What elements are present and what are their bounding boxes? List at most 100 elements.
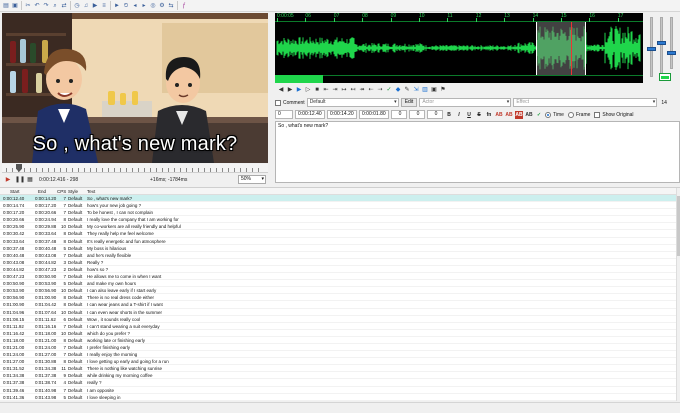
audio-selection[interactable] — [536, 22, 586, 75]
table-row[interactable]: 0:00:50.90 0:00:53.90 5 Default and make my … — [0, 280, 676, 288]
play-to-end-icon[interactable]: ↠ — [358, 86, 366, 94]
volume-thumb[interactable] — [667, 51, 676, 55]
video-icon[interactable]: ▶ — [91, 2, 99, 10]
table-row[interactable]: 0:00:53.90 0:00:56.90 10 Default I can also … — [0, 287, 676, 295]
table-row[interactable]: 0:01:11.92 0:01:16.16 7 Default I can't stan… — [0, 323, 676, 330]
outline-color-button[interactable]: AB — [515, 110, 523, 119]
effect-select[interactable]: Effect — [513, 98, 658, 107]
redo-icon[interactable]: ↷ — [42, 2, 50, 10]
table-row[interactable]: 0:00:14.74 0:00:17.20 7 Default how's your n… — [0, 202, 676, 210]
shift-icon[interactable]: ⇆ — [167, 2, 175, 10]
folder-icon[interactable]: ▤ — [2, 2, 10, 10]
find-icon[interactable]: ⌕ — [51, 2, 59, 10]
fx-icon[interactable]: ƒ — [180, 2, 188, 10]
table-row[interactable]: 0:00:33.64 0:00:37.48 8 Default It's really … — [0, 238, 676, 245]
actor-select[interactable]: Actor — [419, 98, 512, 107]
prev-line-icon[interactable]: ◀ — [277, 86, 285, 94]
audio-scrollbar-thumb[interactable] — [275, 75, 323, 83]
snap-icon[interactable]: ◎ — [149, 2, 157, 10]
show-original-checkbox[interactable] — [594, 111, 601, 118]
volume-slider[interactable] — [670, 17, 673, 69]
table-row[interactable]: 0:01:41.36 0:01:43.98 5 Default I love sleep… — [0, 394, 676, 401]
lead-in-icon[interactable]: ◂ — [131, 2, 139, 10]
video-zoom-select[interactable]: 50% — [238, 175, 266, 184]
table-row[interactable]: 0:01:00.90 0:01:04.42 8 Default I can wear j… — [0, 301, 676, 309]
table-row[interactable]: 0:00:43.08 0:00:44.82 3 Default Really ? — [0, 259, 676, 266]
clock-icon[interactable]: ◷ — [73, 2, 81, 10]
italic-button[interactable]: I — [455, 111, 463, 119]
cog-icon[interactable]: ⚙ — [158, 2, 166, 10]
autoscroll-audio-icon[interactable]: ⇲ — [412, 86, 420, 94]
table-row[interactable]: 0:01:24.00 0:01:27.00 7 Default I really enj… — [0, 351, 676, 359]
video-preview[interactable]: So , what's new mark? — [2, 13, 268, 163]
shadow-color-button[interactable]: AB — [525, 111, 533, 119]
start-time-field[interactable]: 0:00:12.40 — [295, 110, 325, 119]
table-row[interactable]: 0:01:37.38 0:01:38.74 4 Default really ? — [0, 379, 676, 387]
table-row[interactable]: 0:01:21.00 0:01:24.00 7 Default I prefer fin… — [0, 344, 676, 352]
pause-audio-icon[interactable]: ■ — [313, 86, 321, 94]
frame-radio[interactable] — [567, 111, 574, 118]
lead-in-icon[interactable]: ⇠ — [367, 86, 375, 94]
vertical-zoom-slider[interactable] — [660, 17, 663, 77]
lead-out-icon[interactable]: ⇢ — [376, 86, 384, 94]
autoscroll-icon[interactable]: ▦ — [26, 176, 34, 184]
spectrum-toggle[interactable] — [659, 73, 671, 81]
play-icon[interactable]: ► — [113, 2, 121, 10]
comment-checkbox[interactable] — [275, 99, 281, 106]
play-selection-icon[interactable]: ▶ — [295, 86, 303, 94]
table-row[interactable]: 0:01:16.42 0:01:18.00 10 Default which do yo… — [0, 330, 676, 337]
play-before-icon[interactable]: ⇤ — [322, 86, 330, 94]
bold-button[interactable]: B — [445, 111, 453, 119]
pause-icon[interactable]: ❚❚ — [15, 176, 25, 184]
commit-icon[interactable]: ✓ — [385, 86, 393, 94]
replace-icon[interactable]: ⇄ — [60, 2, 68, 10]
table-row[interactable]: 0:01:08.15 0:01:11.62 6 Default Wow , it sou… — [0, 316, 676, 323]
underline-button[interactable]: U — [465, 111, 473, 119]
table-row[interactable]: 0:00:56.90 0:01:00.90 8 Default There is no … — [0, 294, 676, 302]
play-after-icon[interactable]: ⇥ — [331, 86, 339, 94]
table-row[interactable]: 0:00:37.48 0:00:40.48 5 Default My boss is h… — [0, 245, 676, 252]
table-row[interactable]: 0:00:30.42 0:00:33.64 8 Default They really … — [0, 230, 676, 238]
subtitle-text-editor[interactable]: So , what's new mark? — [275, 121, 680, 183]
column-header-style[interactable]: Style — [68, 188, 78, 195]
table-row[interactable]: 0:00:20.66 0:00:24.94 8 Default I really lov… — [0, 216, 676, 224]
goto-icon[interactable]: ◆ — [394, 86, 402, 94]
column-header-cps[interactable]: CPS — [57, 188, 66, 195]
karaoke-icon[interactable]: ▣ — [430, 86, 438, 94]
autocommit-icon[interactable]: ✎ — [403, 86, 411, 94]
table-row[interactable]: 0:01:31.52 0:01:34.38 11 Default There is no… — [0, 365, 676, 373]
edit-style-button[interactable]: Edit — [400, 98, 418, 107]
spectrum-icon[interactable]: ▥ — [421, 86, 429, 94]
table-row[interactable]: 0:01:18.00 0:01:21.00 8 Default working late… — [0, 337, 676, 344]
table-row[interactable]: 0:00:17.20 0:00:20.66 7 Default To be honest… — [0, 209, 676, 217]
play-end-icon[interactable]: ↤ — [349, 86, 357, 94]
margin-right-field[interactable]: 0 — [409, 110, 425, 119]
subtitle-icon[interactable]: ≡ — [100, 2, 108, 10]
end-time-field[interactable]: 0:00:14.20 — [327, 110, 357, 119]
play-line-icon[interactable]: ▷ — [304, 86, 312, 94]
next-line-icon[interactable]: ▶ — [286, 86, 294, 94]
audio-scrollbar[interactable] — [275, 75, 643, 83]
audio-icon[interactable]: ♫ — [82, 2, 90, 10]
table-row[interactable]: 0:01:04.96 0:01:07.64 10 Default I can even … — [0, 309, 676, 316]
video-seek-bar[interactable] — [2, 164, 268, 173]
secondary-color-button[interactable]: AB — [505, 111, 513, 119]
audio-waveform[interactable]: 0:00:05 06 07 08 09 10 11 12 13 14 15 16 17 — [275, 13, 643, 83]
column-header-text[interactable]: Text — [87, 188, 95, 195]
snap-audio-icon[interactable]: ⚑ — [439, 86, 447, 94]
time-radio[interactable] — [545, 111, 551, 118]
lead-out-icon[interactable]: ▸ — [140, 2, 148, 10]
table-row[interactable]: 0:00:12.40 0:00:14.20 7 Default So , what's … — [0, 195, 676, 203]
grid-vertical-scrollbar[interactable] — [676, 188, 680, 401]
cut-icon[interactable]: ✂ — [24, 2, 32, 10]
column-header-start[interactable]: Start — [10, 188, 40, 195]
subtitles-grid[interactable]: Start End CPS Style Text 0:00:12.40 0:00:… — [0, 187, 680, 401]
table-row[interactable]: 0:01:34.38 0:01:37.38 9 Default while drinki… — [0, 372, 676, 380]
play-icon[interactable]: ▶ — [4, 176, 12, 184]
horizontal-zoom-thumb[interactable] — [647, 47, 656, 51]
table-row[interactable]: 0:00:44.82 0:00:47.23 2 Default how's so ? — [0, 266, 676, 274]
margin-left-field[interactable]: 0 — [391, 110, 407, 119]
table-row[interactable]: 0:01:39.46 0:01:40.98 7 Default I am opposit… — [0, 387, 676, 394]
table-row[interactable]: 0:00:40.48 0:00:43.08 7 Default and he's rea… — [0, 252, 676, 259]
video-time-display[interactable]: 0:00:12.416 - 298 — [39, 177, 99, 183]
